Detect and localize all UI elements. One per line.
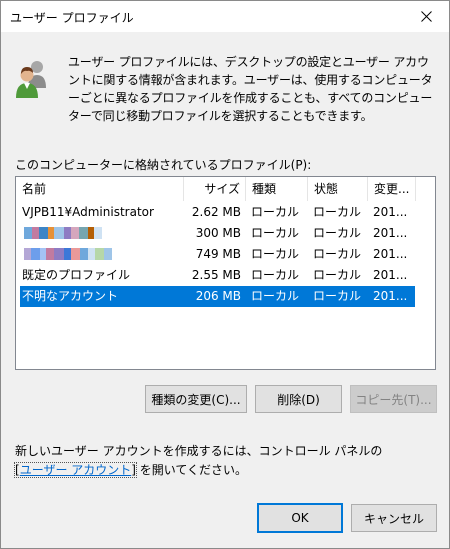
cell-modified: 201... [373, 289, 408, 303]
window-title: ユーザー プロファイル [10, 11, 134, 25]
title-bar: ユーザー プロファイル [1, 1, 449, 32]
cell-status: ローカル [313, 205, 362, 219]
profiles-list-label: このコンピューターに格納されているプロファイル(P): [15, 158, 312, 172]
note-text-line1: 新しいユーザー アカウントを作成するには、コントロール パネルの [15, 444, 383, 458]
cell-size: 300 MB [195, 226, 241, 240]
cell-size: 749 MB [195, 247, 241, 261]
cell-type: ローカル [251, 247, 300, 261]
description-text: ユーザー プロファイルには、デスクトップの設定とユーザー アカウントに関する情報… [68, 55, 433, 123]
cell-modified: 201... [373, 226, 408, 240]
cell-type: ローカル [251, 205, 300, 219]
cell-size: 2.55 MB [191, 268, 241, 282]
note-text-line2: を開いてください。 [139, 463, 248, 477]
cell-name: VJPB11¥Administrator [22, 205, 154, 219]
redacted-name [24, 248, 112, 260]
cell-size: 206 MB [195, 289, 241, 303]
close-icon [420, 11, 432, 22]
cell-name: 既定のプロファイル [22, 268, 131, 282]
cell-size: 2.62 MB [191, 205, 241, 219]
column-header-type[interactable]: 種類 [246, 177, 308, 201]
cell-name: 不明なアカウント [22, 289, 119, 303]
column-header-size[interactable]: サイズ [184, 177, 246, 201]
cell-modified: 201... [373, 205, 408, 219]
table-row-selected[interactable]: 不明なアカウント 206 MB ローカル ローカル 201... [20, 286, 415, 307]
table-row[interactable]: 既定のプロファイル 2.55 MB ローカル ローカル 201... [20, 265, 415, 286]
cell-type: ローカル [251, 268, 300, 282]
cell-modified: 201... [373, 268, 408, 282]
cell-status: ローカル [313, 289, 362, 303]
change-type-button[interactable]: 種類の変更(C)... [145, 385, 247, 413]
table-row[interactable]: VJPB11¥Administrator 2.62 MB ローカル ローカル 2… [20, 202, 415, 223]
cell-status: ローカル [313, 268, 362, 282]
user-accounts-link[interactable]: ユーザー アカウント [20, 463, 132, 477]
user-accounts-link-frame: [ユーザー アカウント] [14, 462, 137, 478]
cell-type: ローカル [251, 226, 300, 240]
listview-header: 名前 サイズ 種類 状態 変更... [16, 177, 435, 201]
close-button[interactable] [403, 1, 449, 32]
column-header-modified[interactable]: 変更... [368, 177, 416, 201]
control-panel-note: 新しいユーザー アカウントを作成するには、コントロール パネルの [ユーザー ア… [14, 442, 435, 480]
delete-button[interactable]: 削除(D) [255, 385, 342, 413]
redacted-name [24, 227, 102, 239]
cancel-button[interactable]: キャンセル [351, 504, 437, 532]
cell-status: ローカル [313, 247, 362, 261]
cell-type: ローカル [251, 289, 300, 303]
ok-button[interactable]: OK [257, 503, 343, 533]
profiles-listview[interactable]: 名前 サイズ 種類 状態 変更... VJPB11¥Administrator … [15, 176, 436, 370]
users-icon [16, 61, 46, 98]
user-profiles-dialog: ユーザー プロファイル ユーザー プロファイルには、デスクトップの設定とユーザー… [0, 0, 450, 549]
column-header-name[interactable]: 名前 [16, 177, 184, 201]
table-row[interactable]: 749 MB ローカル ローカル 201... [20, 244, 415, 265]
column-header-status[interactable]: 状態 [308, 177, 368, 201]
cell-status: ローカル [313, 226, 362, 240]
table-row[interactable]: 300 MB ローカル ローカル 201... [20, 223, 415, 244]
cell-modified: 201... [373, 247, 408, 261]
copy-to-button[interactable]: コピー先(T)... [350, 385, 437, 413]
